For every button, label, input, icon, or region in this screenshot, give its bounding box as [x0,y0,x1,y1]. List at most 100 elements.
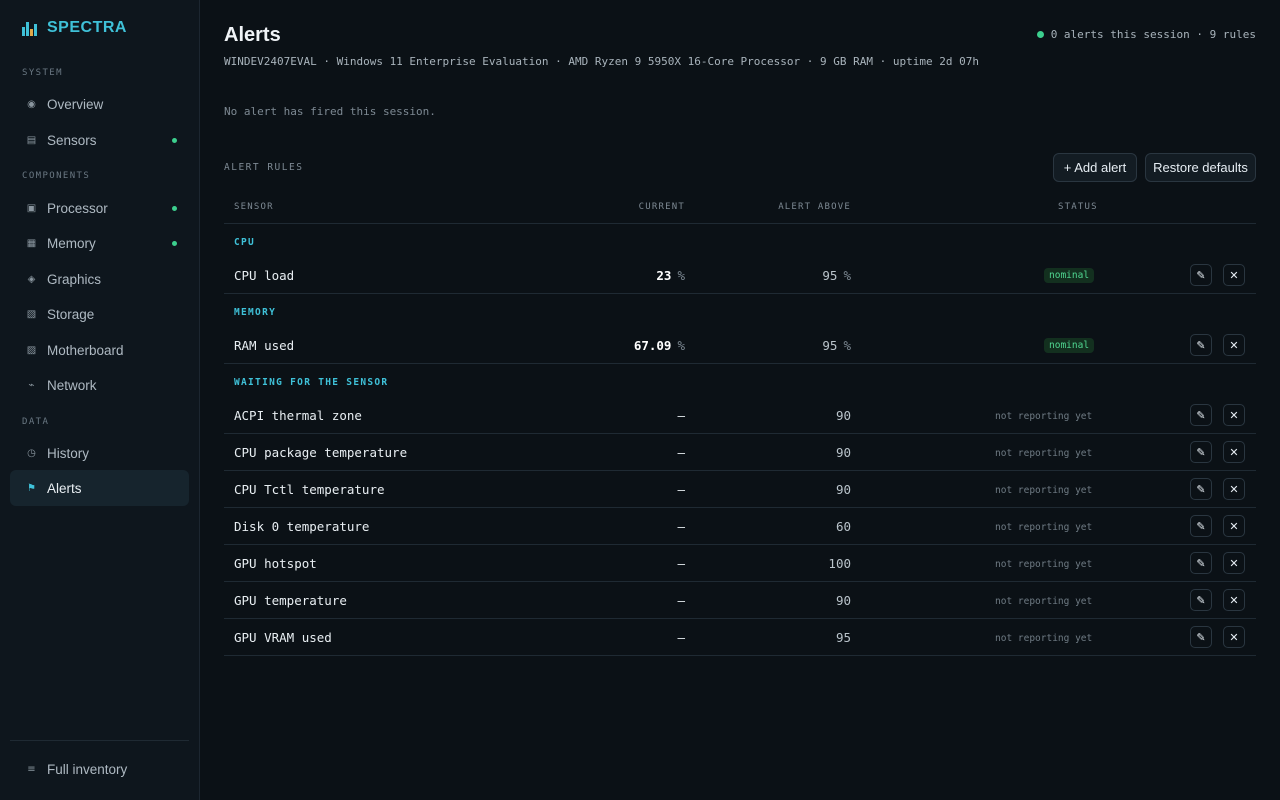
threshold-number: 95 [822,338,838,353]
table-row[interactable]: GPU hotspot – 100 not reporting yet ✎ ✕ [224,545,1256,582]
group-header: WAITING FOR THE SENSOR [224,364,1256,397]
add-alert-button[interactable]: + Add alert [1053,153,1137,182]
current-value: – [677,408,685,423]
edit-icon[interactable]: ✎ [1190,404,1212,426]
close-icon[interactable]: ✕ [1223,515,1245,537]
list-icon: ≡ [27,763,36,775]
alert-rules-table: SENSOR CURRENT ALERT ABOVE STATUS CPU CPU… [224,196,1256,656]
table-row[interactable]: ACPI thermal zone – 90 not reporting yet ✎ ✕ [224,397,1256,434]
sidebar-item-alerts[interactable]: ⚑ Alerts [10,470,189,506]
sensor-name: CPU package temperature [234,445,408,460]
close-icon[interactable]: ✕ [1223,404,1245,426]
current-value: – [677,630,685,645]
threshold-number: 90 [835,408,851,423]
restore-defaults-button[interactable]: Restore defaults [1145,153,1256,182]
network-icon: ⌁ [28,379,35,391]
history-icon: ◷ [27,447,36,459]
sensors-icon: ▤ [26,134,37,146]
current-number: – [677,556,685,571]
threshold-number: 90 [835,445,851,460]
status-badge: not reporting yet [995,485,1093,496]
sidebar-item-overview[interactable]: ◉ Overview [10,86,189,122]
threshold-value: 60 [836,519,851,534]
sidebar-item-label: Processor [47,200,108,216]
table-row[interactable]: CPU Tctl temperature – 90 not reporting yet… [224,471,1256,508]
edit-icon[interactable]: ✎ [1190,515,1212,537]
threshold-unit: % [843,338,851,353]
table-row[interactable]: Disk 0 temperature – 60 not reporting yet ✎ ✕ [224,508,1256,545]
status-badge: not reporting yet [995,522,1093,533]
session-status-text: 0 alerts this session · 9 rules [1050,28,1256,41]
section-title-alert-rules: ALERT RULES [224,162,304,173]
edit-icon[interactable]: ✎ [1190,478,1212,500]
column-header-alert-above[interactable]: ALERT ABOVE [778,202,851,212]
threshold-value: 95% [822,338,851,353]
group-label: CPU [234,237,256,248]
close-icon[interactable]: ✕ [1223,552,1245,574]
motherboard-icon: ▨ [26,344,37,356]
nav-section-components: COMPONENTS [22,171,91,181]
threshold-number: 90 [835,482,851,497]
memory-icon: ▦ [26,237,37,249]
brand[interactable]: SPECTRA [22,18,127,38]
status-badge: nominal [1044,268,1095,283]
group-label: WAITING FOR THE SENSOR [234,377,389,388]
sidebar-item-processor[interactable]: ▣ Processor [10,190,189,226]
edit-icon[interactable]: ✎ [1190,441,1212,463]
close-icon[interactable]: ✕ [1223,589,1245,611]
status-badge: not reporting yet [995,448,1093,459]
sidebar-item-sensors[interactable]: ▤ Sensors [10,122,189,158]
edit-icon[interactable]: ✎ [1190,626,1212,648]
sidebar-item-storage[interactable]: ▧ Storage [10,296,189,332]
sidebar-item-full-inventory[interactable]: ≡ Full inventory [10,751,189,787]
empty-state: No alert has fired this session. [224,105,436,118]
current-unit: % [677,268,685,283]
sidebar-item-graphics[interactable]: ◈ Graphics [10,261,189,297]
edit-icon[interactable]: ✎ [1190,552,1212,574]
sensor-name: GPU hotspot [234,556,317,571]
edit-icon[interactable]: ✎ [1190,589,1212,611]
close-icon[interactable]: ✕ [1223,264,1245,286]
column-header-current[interactable]: CURRENT [639,202,685,212]
column-header-status[interactable]: STATUS [1058,202,1098,212]
sidebar: SPECTRA SYSTEM COMPONENTS DATA ◉ Overview… [0,0,200,800]
sensor-name: GPU VRAM used [234,630,332,645]
close-icon[interactable]: ✕ [1223,478,1245,500]
processor-icon: ▣ [26,202,37,214]
spectra-logo-icon [22,20,38,36]
close-icon[interactable]: ✕ [1223,626,1245,648]
table-row[interactable]: GPU VRAM used – 95 not reporting yet ✎ ✕ [224,619,1256,656]
column-header-sensor[interactable]: SENSOR [234,202,274,212]
table-header: SENSOR CURRENT ALERT ABOVE STATUS [224,196,1256,224]
sidebar-item-label: Sensors [47,132,97,148]
sidebar-item-history[interactable]: ◷ History [10,435,189,471]
threshold-unit: % [843,268,851,283]
sidebar-divider [10,740,189,741]
sidebar-item-label: Full inventory [47,761,128,777]
threshold-value: 95 [836,630,851,645]
current-number: – [677,630,685,645]
sidebar-item-network[interactable]: ⌁ Network [10,367,189,403]
threshold-number: 95 [835,630,851,645]
threshold-value: 90 [836,445,851,460]
session-status: 0 alerts this session · 9 rules [1036,28,1256,41]
group-header: MEMORY [224,294,1256,327]
threshold-value: 90 [836,593,851,608]
sidebar-item-motherboard[interactable]: ▨ Motherboard [10,332,189,368]
table-row[interactable]: CPU package temperature – 90 not reporting … [224,434,1256,471]
table-row[interactable]: RAM used 67.09% 95% nominal ✎ ✕ [224,327,1256,364]
table-row[interactable]: GPU temperature – 90 not reporting yet ✎ ✕ [224,582,1256,619]
edit-icon[interactable]: ✎ [1190,264,1212,286]
current-number: – [677,408,685,423]
close-icon[interactable]: ✕ [1223,441,1245,463]
table-row[interactable]: CPU load 23% 95% nominal ✎ ✕ [224,257,1256,294]
status-badge: nominal [1044,338,1095,353]
sensor-name: GPU temperature [234,593,347,608]
status-dot-icon [1036,31,1044,38]
current-number: 67.09 [633,338,672,353]
current-number: – [677,593,685,608]
close-icon[interactable]: ✕ [1223,334,1245,356]
sidebar-item-memory[interactable]: ▦ Memory [10,225,189,261]
sensor-name: RAM used [234,338,295,353]
edit-icon[interactable]: ✎ [1190,334,1212,356]
